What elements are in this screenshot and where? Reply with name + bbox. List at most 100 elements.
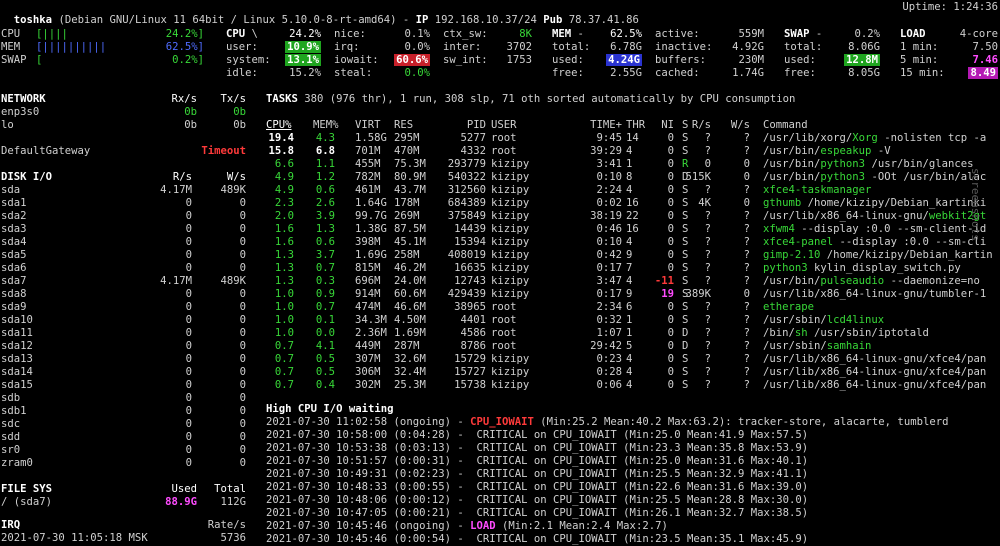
alert-detail: CRITICAL on CPU_IOWAIT (Min:23.5 Mean:35… [470, 533, 809, 545]
cell-time: 1:07 [596, 327, 622, 339]
col-cpu-header[interactable]: CPU% [266, 119, 292, 132]
process-row[interactable]: 1.3 0.3 696M 24.0M 12743 kizipy 3:47 4 -11 S?? /us… [0, 275, 1000, 288]
irq-rate: 5736 [220, 532, 246, 544]
alert-time: 2021-07-30 10:49:31 (0:02:23) - [266, 468, 464, 480]
cell-thr: 4 [626, 275, 633, 287]
process-table-header[interactable]: CPU% MEM% VIRT RES PID USER TIME+ THR NI… [0, 119, 1000, 132]
cell-res: 287M [394, 340, 420, 352]
cell-ni: 19 [661, 288, 674, 300]
irq-title: IRQ [1, 519, 21, 531]
cell-mem: 1.2 [315, 171, 335, 183]
cmd-path: /bin/ [763, 327, 795, 339]
ql-swap-value: 0.2%] [172, 54, 204, 66]
alert-time: 2021-07-30 10:45:46 (ongoing) - [266, 520, 464, 532]
cell-time: 0:02 [596, 197, 622, 209]
cell-write-rate: ? [743, 145, 750, 157]
tasks-title: TASKS [266, 93, 298, 105]
process-row[interactable]: 0.7 0.4 302M 25.3M 15738 kizipy 0:06 4 0 S?? /usr/… [0, 379, 1000, 392]
cpu-ctxsw-label: ctx_sw: [443, 28, 488, 40]
cell-user: kizipy [491, 197, 530, 209]
mem-active-label: active: [655, 28, 700, 40]
cmd-args: -V [871, 145, 891, 157]
process-row[interactable]: 0.7 0.5 307M 32.6M 15729 kizipy 0:23 4 0 S?? /usr/… [0, 353, 1000, 366]
process-row[interactable]: 1.3 3.7 1.69G 258M 408019 kizipy 0:42 9 0 S?? gimp… [0, 249, 1000, 262]
cell-res: 46.2M [394, 262, 426, 274]
col-thr-header[interactable]: THR [626, 119, 645, 132]
cell-user: kizipy [491, 249, 530, 261]
col-rs-header[interactable]: R/s [692, 119, 711, 132]
cell-cpu: 1.6 [274, 223, 294, 235]
cell-command: xfwm4 --display :0.0 --sm-client-id [763, 223, 986, 236]
cell-user: kizipy [491, 366, 530, 378]
cell-read-rate: ? [704, 132, 711, 144]
cell-user: kizipy [491, 158, 530, 170]
cell-write-rate: ? [743, 275, 750, 287]
load-1: 7.50 [972, 41, 998, 53]
process-row[interactable]: 1.0 0.1 34.3M 4.50M 4401 root 0:32 1 0 S?? /usr/sb… [0, 314, 1000, 327]
cell-pid: 5277 [460, 132, 486, 144]
mem-used-label: used: [552, 54, 584, 66]
cell-time: 0:10 [596, 236, 622, 248]
process-row[interactable]: 15.8 6.8 701M 470M 4332 root 39:29 4 0 S?? /usr/bi… [0, 145, 1000, 158]
cpu-user-label: user: [226, 41, 258, 53]
cpu-swint: 1753 [506, 54, 532, 66]
cell-state: S [682, 210, 689, 222]
col-virt-header[interactable]: VIRT [355, 119, 381, 132]
col-s-header[interactable]: S [682, 119, 688, 132]
process-row[interactable]: 1.3 0.7 815M 46.2M 16635 kizipy 0:17 7 0 S?? pytho… [0, 262, 1000, 275]
process-row[interactable]: 2.0 3.9 99.7G 269M 375849 kizipy 38:19 22 0 S?? /u… [0, 210, 1000, 223]
col-mem-header[interactable]: MEM% [313, 119, 339, 132]
col-command-header[interactable]: Command [763, 119, 808, 132]
process-row[interactable]: 0.7 0.5 306M 32.4M 15727 kizipy 0:28 4 0 S?? /usr/… [0, 366, 1000, 379]
cell-command: /usr/bin/python3 -OOt /usr/bin/alac [763, 171, 986, 184]
process-row[interactable]: 4.9 1.2 782M 80.9M 540322 kizipy 0:10 8 0 D 515K 0/… [0, 171, 1000, 184]
cell-read-rate: 389K [685, 288, 711, 300]
cell-state: D [682, 327, 689, 339]
cell-cpu: 1.0 [274, 301, 294, 313]
cell-cpu: 1.3 [274, 275, 294, 287]
cell-read-rate: ? [704, 366, 711, 378]
cell-ni: 0 [667, 327, 674, 339]
disk-read: 0 [185, 444, 192, 456]
process-row[interactable]: 1.0 0.7 474M 46.6M 38965 root 2:34 6 0 S?? etherap… [0, 301, 1000, 314]
load-15: 8.49 [968, 67, 998, 79]
process-row[interactable]: 1.6 0.6 398M 45.1M 15394 kizipy 0:10 4 0 S?? xfce4… [0, 236, 1000, 249]
process-row[interactable]: 1.6 1.3 1.38G 87.5M 14439 kizipy 0:46 16 0 S?? xfw… [0, 223, 1000, 236]
process-row[interactable]: 0.7 4.1 449M 287M 8786 root 29:42 5 0 D?? /usr/sbi… [0, 340, 1000, 353]
cell-read-rate: ? [704, 223, 711, 235]
process-row[interactable]: 2.3 2.6 1.64G 178M 684389 kizipy 0:02 16 0 S 4K 0 gt… [0, 197, 1000, 210]
process-row[interactable]: 19.4 4.3 1.58G 295M 5277 root 9:45 14 0 S?? /usr/l… [0, 132, 1000, 145]
cmd-args: --daemonize=no [884, 275, 980, 287]
cell-command: xfce4-panel --display :0.0 --sm-cli [763, 236, 986, 249]
alert-time: 2021-07-30 11:02:58 (ongoing) - [266, 416, 464, 428]
cell-time: 0:32 [596, 314, 622, 326]
cmd-path: /usr/sbin/ [763, 340, 827, 352]
cell-pid: 684389 [447, 197, 486, 209]
tasks-summary: 380 (976 thr), 1 run, 308 slp, 71 oth so… [304, 93, 796, 105]
col-res-header[interactable]: RES [394, 119, 413, 132]
cell-virt: 1.64G [355, 197, 387, 209]
process-row[interactable]: 6.6 1.1 455M 75.3M 293779 kizipy 3:41 1 0 R 0 0/usr… [0, 158, 1000, 171]
cell-mem: 0.5 [315, 353, 335, 365]
cell-user: root [491, 327, 517, 339]
col-ni-header[interactable]: NI [661, 119, 674, 132]
cell-cpu: 1.0 [274, 314, 294, 326]
col-pid-header[interactable]: PID [467, 119, 486, 132]
alert-time: 2021-07-30 10:51:57 (0:00:31) - [266, 455, 464, 467]
cell-command: /usr/lib/xorg/Xorg -nolisten tcp -a [763, 132, 986, 145]
cell-state: S [682, 197, 689, 209]
cell-thr: 4 [626, 184, 633, 196]
cell-cpu: 1.6 [274, 236, 294, 248]
ql-mem-label: MEM [1, 41, 21, 53]
cell-user: kizipy [491, 275, 530, 287]
process-row[interactable]: 4.9 0.6 461M 43.7M 312560 kizipy 2:24 4 0 S?? xfce… [0, 184, 1000, 197]
col-time-header[interactable]: TIME+ [590, 119, 622, 132]
cmd-path: /usr/bin/ [763, 145, 821, 157]
process-row[interactable]: 1.0 0.0 2.36M 1.69M 4586 root 1:07 1 0 D?? /bin/sh… [0, 327, 1000, 340]
col-ws-header[interactable]: W/s [731, 119, 750, 132]
alert-row: 2021-07-30 10:49:31 (0:02:23) - CRITICAL… [266, 468, 808, 481]
alert-row: 2021-07-30 10:51:57 (0:00:31) - CRITICAL… [266, 455, 808, 468]
col-user-header[interactable]: USER [491, 119, 517, 132]
alert-detail: CRITICAL on CPU_IOWAIT (Min:25.5 Mean:32… [470, 468, 809, 480]
process-row[interactable]: 1.0 0.9 914M 60.6M 429439 kizipy 0:17 9 19 S 389K 0… [0, 288, 1000, 301]
